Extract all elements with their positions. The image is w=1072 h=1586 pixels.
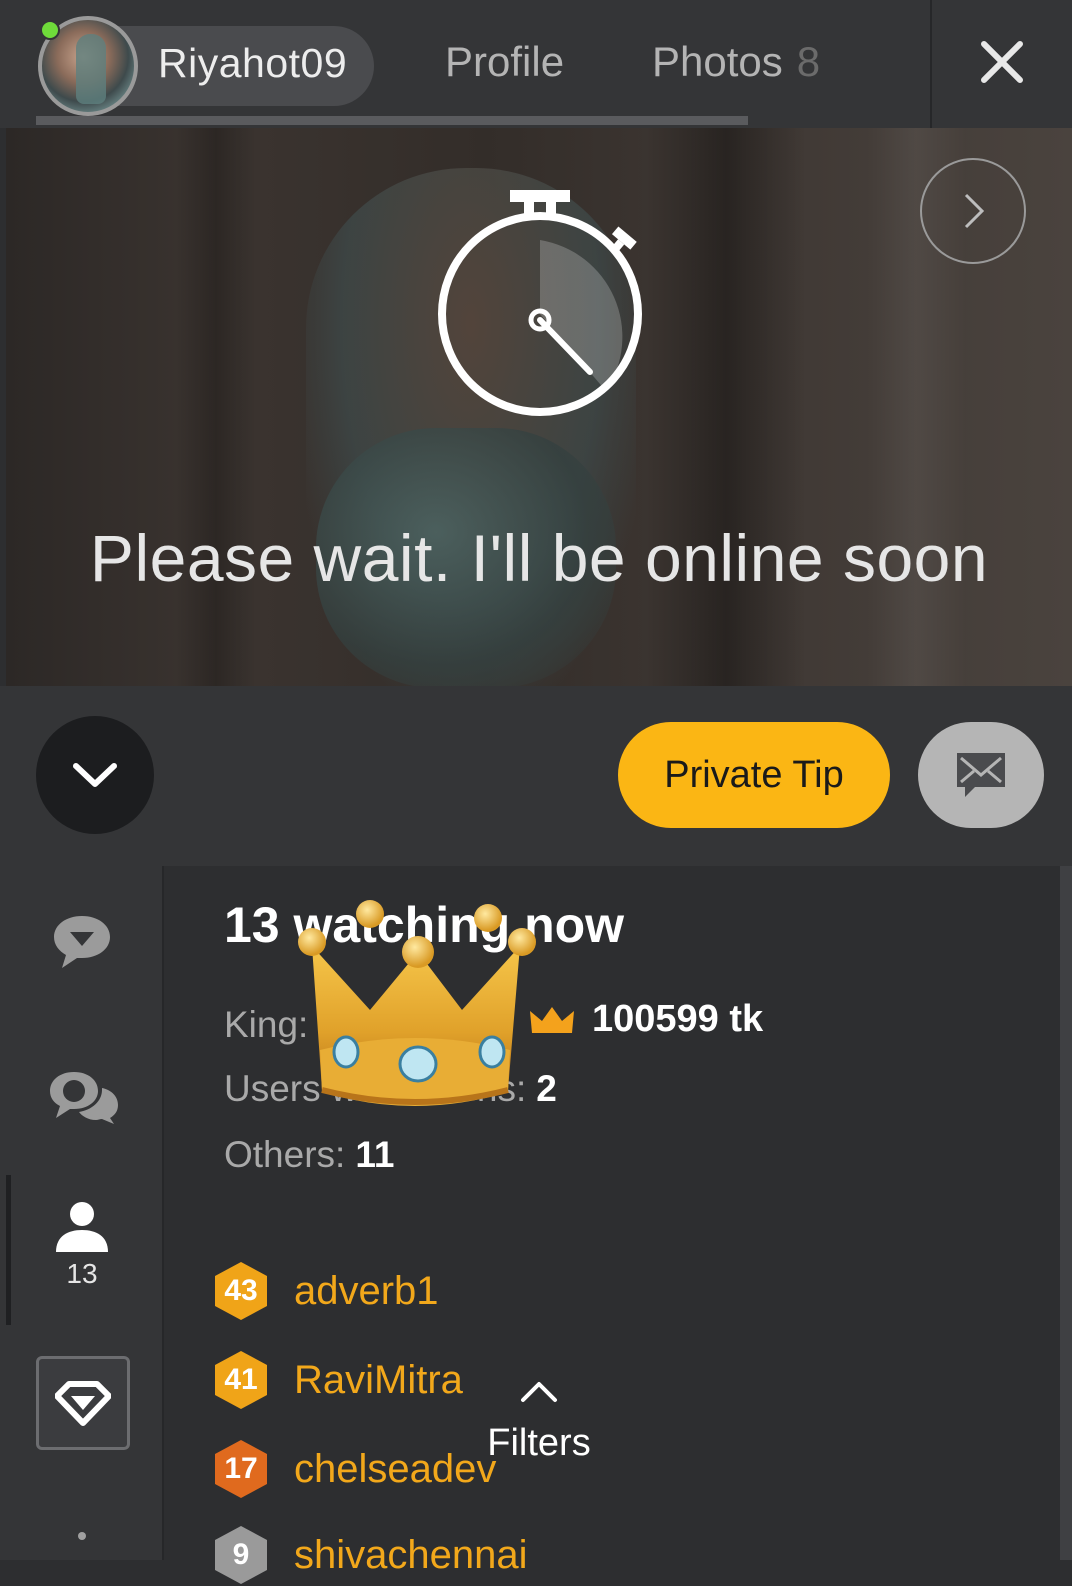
chevron-down-icon — [73, 763, 117, 787]
crown-emoji-sticker — [298, 900, 536, 1106]
more-icon[interactable] — [78, 1532, 86, 1540]
level-badge: 41 — [210, 1349, 272, 1411]
envelope-icon — [957, 753, 1005, 797]
background-blur — [646, 128, 806, 686]
offline-status-message: Please wait. I'll be online soon — [89, 521, 989, 595]
close-button[interactable] — [962, 22, 1042, 102]
users-count: 13 — [66, 1258, 98, 1289]
tab-underline — [36, 116, 748, 125]
list-item[interactable]: 43 adverb1 — [210, 1260, 439, 1322]
sidebar-item-public-chat[interactable] — [50, 912, 114, 970]
close-icon — [981, 41, 1023, 83]
collapse-button[interactable] — [36, 716, 154, 834]
message-button[interactable] — [918, 722, 1044, 828]
others-label: Others: — [224, 1134, 346, 1175]
next-button[interactable] — [920, 158, 1026, 264]
user-icon — [56, 1202, 108, 1252]
list-item[interactable]: 9 shivachennai — [210, 1524, 528, 1586]
chat-bubble-icon — [54, 916, 110, 968]
diamond-icon — [55, 1381, 111, 1426]
list-item[interactable]: 41 RaviMitra — [210, 1349, 463, 1411]
sidebar-item-private-chat[interactable] — [46, 1068, 122, 1126]
sidebar-item-users[interactable]: 13 — [52, 1200, 112, 1290]
photos-count: 8 — [796, 38, 821, 85]
king-amount-value: 100599 tk — [592, 998, 764, 1040]
video-player[interactable]: Please wait. I'll be online soon — [6, 128, 1072, 686]
stopwatch-icon — [438, 190, 642, 416]
scrollbar[interactable] — [1060, 866, 1072, 1560]
online-status-indicator — [40, 20, 60, 40]
tab-photos-label: Photos — [652, 38, 783, 85]
level-badge: 9 — [210, 1524, 272, 1586]
chat-bubbles-icon — [50, 1072, 118, 1124]
chevron-up-icon — [521, 1382, 557, 1402]
viewer-username[interactable]: RaviMitra — [294, 1358, 463, 1403]
background-blur — [176, 128, 256, 686]
viewer-username[interactable]: adverb1 — [294, 1269, 439, 1314]
level-badge: 43 — [210, 1260, 272, 1322]
list-item[interactable]: 17 chelseadev — [210, 1438, 496, 1500]
active-indicator — [6, 1175, 11, 1325]
king-amount: 100599 tk — [528, 998, 763, 1041]
chevron-right-icon — [964, 193, 985, 229]
others-row: Others: 11 — [224, 1134, 394, 1176]
username[interactable]: Riyahot09 — [158, 40, 347, 87]
sidebar-item-diamond[interactable] — [36, 1356, 130, 1450]
level-badge: 17 — [210, 1438, 272, 1500]
private-tip-button[interactable]: Private Tip — [618, 722, 890, 828]
viewer-username[interactable]: chelseadev — [294, 1447, 496, 1492]
divider — [930, 0, 932, 128]
others-value: 11 — [355, 1134, 395, 1175]
tab-profile[interactable]: Profile — [445, 38, 564, 86]
action-bar: Private Tip — [0, 686, 1072, 866]
top-bar: Riyahot09 Profile Photos 8 — [0, 0, 1072, 128]
filters-label: Filters — [487, 1422, 591, 1464]
tab-photos[interactable]: Photos 8 — [652, 38, 820, 86]
viewer-username[interactable]: shivachennai — [294, 1533, 528, 1578]
filters-button[interactable]: Filters — [480, 1380, 598, 1510]
